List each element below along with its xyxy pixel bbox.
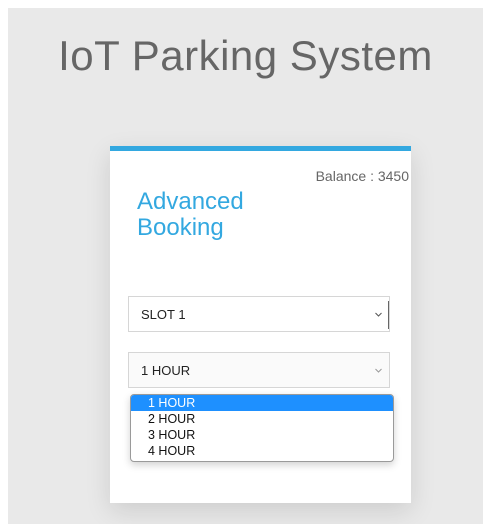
booking-title: Advanced Booking [137, 188, 244, 241]
dropdown-option[interactable]: 2 HOUR [131, 411, 393, 427]
balance-label: Balance : 3450 [315, 168, 409, 184]
slot-select-value: SLOT 1 [141, 306, 186, 322]
chevron-down-icon [375, 368, 382, 373]
duration-select-value: 1 HOUR [141, 362, 191, 378]
page-background: IoT Parking System Balance : 3450 Advanc… [8, 8, 483, 524]
dropdown-option[interactable]: 3 HOUR [131, 427, 393, 443]
duration-dropdown-list: 1 HOUR 2 HOUR 3 HOUR 4 HOUR [130, 394, 394, 462]
slot-select[interactable]: SLOT 1 [128, 296, 390, 332]
app-title: IoT Parking System [58, 32, 433, 79]
dropdown-option[interactable]: 4 HOUR [131, 443, 393, 459]
dropdown-option[interactable]: 1 HOUR [131, 395, 393, 411]
top-strip [0, 0, 491, 8]
duration-select[interactable]: 1 HOUR [128, 352, 390, 388]
chevron-down-icon [375, 312, 382, 317]
booking-card: Balance : 3450 Advanced Booking SLOT 1 1… [110, 146, 411, 503]
